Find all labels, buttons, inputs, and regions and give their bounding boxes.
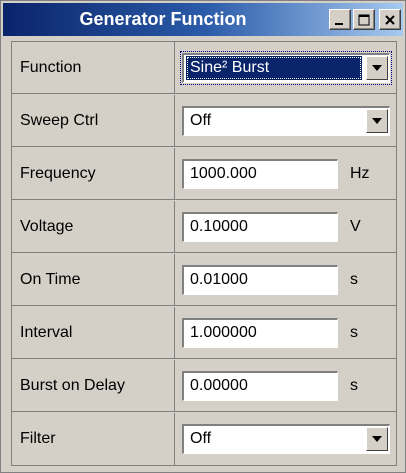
close-button[interactable] (379, 9, 401, 30)
filter-row: Filter Off (12, 413, 396, 465)
filter-dropdown[interactable]: Off (182, 424, 390, 454)
interval-unit: s (350, 324, 358, 341)
function-label: Function (20, 59, 82, 76)
voltage-label: Voltage (20, 218, 74, 235)
frequency-label: Frequency (20, 165, 96, 182)
sweep-ctrl-label: Sweep Ctrl (20, 112, 99, 129)
column-divider (174, 254, 175, 306)
title-bar[interactable]: Generator Function (3, 3, 403, 36)
function-row: Function Sine² Burst (12, 42, 396, 94)
on-time-input[interactable]: 0.01000 (182, 265, 338, 295)
settings-panel: Function Sine² Burst Sweep Ctrl Off Freq (11, 41, 397, 466)
function-value: Sine² Burst (186, 56, 362, 80)
function-dropdown-button[interactable] (366, 56, 388, 80)
burst-on-delay-input[interactable]: 0.00000 (182, 371, 338, 401)
window-title: Generator Function (79, 9, 247, 29)
column-divider (174, 307, 175, 359)
close-icon (385, 14, 395, 25)
column-divider (174, 413, 175, 465)
on-time-unit: s (350, 271, 358, 288)
column-divider (174, 148, 175, 200)
burst-on-delay-unit: s (350, 377, 358, 394)
frequency-unit: Hz (350, 165, 370, 182)
chevron-down-icon (372, 436, 382, 442)
frequency-row: Frequency 1000.000 Hz (12, 148, 396, 200)
interval-input[interactable]: 1.000000 (182, 318, 338, 348)
sweep-ctrl-value: Off (190, 112, 212, 129)
burst-on-delay-row: Burst on Delay 0.00000 s (12, 360, 396, 412)
column-divider (174, 201, 175, 253)
function-dropdown[interactable]: Sine² Burst (180, 51, 392, 85)
interval-row: Interval 1.000000 s (12, 307, 396, 359)
minimize-icon (335, 22, 343, 25)
maximize-button[interactable] (353, 9, 375, 30)
generator-function-window: Generator Function Function Sine² Burst … (0, 0, 406, 473)
sweep-ctrl-row: Sweep Ctrl Off (12, 95, 396, 147)
burst-on-delay-label: Burst on Delay (20, 377, 125, 394)
minimize-button[interactable] (329, 9, 351, 30)
voltage-input[interactable]: 0.10000 (182, 212, 338, 242)
column-divider (174, 360, 175, 412)
filter-dropdown-button[interactable] (366, 427, 388, 451)
maximize-icon (358, 14, 370, 25)
chevron-down-icon (372, 65, 382, 71)
filter-value: Off (190, 430, 212, 447)
chevron-down-icon (372, 118, 382, 124)
sweep-ctrl-dropdown-button[interactable] (366, 109, 388, 133)
interval-label: Interval (20, 324, 73, 341)
on-time-row: On Time 0.01000 s (12, 254, 396, 306)
column-divider (174, 42, 175, 94)
on-time-label: On Time (20, 271, 81, 288)
filter-label: Filter (20, 430, 56, 447)
sweep-ctrl-dropdown[interactable]: Off (182, 106, 390, 136)
frequency-input[interactable]: 1000.000 (182, 159, 338, 189)
voltage-unit: V (350, 218, 361, 235)
column-divider (174, 95, 175, 147)
voltage-row: Voltage 0.10000 V (12, 201, 396, 253)
